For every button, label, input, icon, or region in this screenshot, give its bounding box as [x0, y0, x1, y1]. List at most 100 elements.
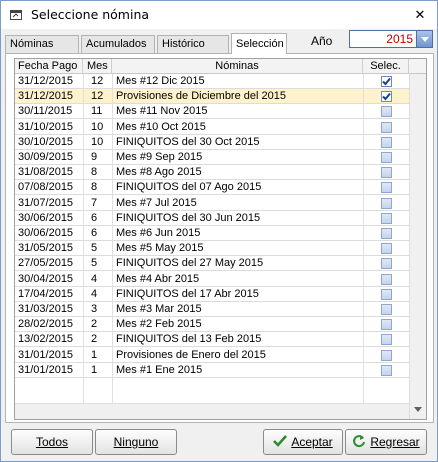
check-icon — [273, 434, 288, 450]
table-row[interactable]: 31/07/2015 7 Mes #7 Jul 2015 — [15, 196, 409, 211]
select-checkbox[interactable] — [381, 273, 392, 285]
table-row[interactable]: 17/04/2015 4 FINIQUITOS del 17 Abr 2015 — [15, 287, 409, 302]
cell-fecha-pago: 30/10/2015 — [18, 135, 74, 148]
cell-nomina: FINIQUITOS del 17 Abr 2015 — [116, 287, 259, 300]
select-checkbox[interactable] — [381, 319, 392, 331]
scroll-down-arrow-icon[interactable] — [414, 403, 422, 415]
cell-nomina: Mes #12 Dic 2015 — [116, 75, 205, 87]
select-checkbox[interactable] — [381, 152, 392, 163]
cell-fecha-pago: 27/05/2015 — [18, 257, 74, 270]
ninguno-button[interactable]: Ninguno — [95, 429, 177, 455]
table-row[interactable]: 30/10/2015 10 FINIQUITOS del 30 Oct 2015 — [15, 135, 409, 150]
cell-nomina: Mes #4 Abr 2015 — [116, 272, 200, 285]
cell-fecha-pago: 31/10/2015 — [18, 120, 74, 133]
table-row[interactable]: 31/05/2015 5 Mes #5 May 2015 — [15, 241, 409, 257]
table-row[interactable]: 31/08/2015 8 Mes #8 Ago 2015 — [15, 165, 409, 181]
select-checkbox[interactable] — [381, 212, 392, 224]
table-row[interactable]: 30/06/2015 6 Mes #6 Jun 2015 — [15, 226, 409, 241]
table-row[interactable]: 07/08/2015 8 FINIQUITOS del 07 Ago 2015 — [15, 180, 409, 196]
cell-nomina: Provisiones de Diciembre del 2015 — [116, 90, 286, 103]
aceptar-button-label: Aceptar — [291, 435, 333, 449]
cell-mes: 1 — [91, 363, 98, 376]
table-row[interactable]: 30/06/2015 6 FINIQUITOS del 30 Jun 2015 — [15, 211, 409, 226]
select-checkbox[interactable] — [381, 76, 392, 87]
select-checkbox[interactable] — [381, 288, 392, 300]
cell-fecha-pago: 30/06/2015 — [18, 227, 74, 239]
cell-mes: 7 — [91, 196, 98, 209]
cell-fecha-pago: 07/08/2015 — [18, 181, 74, 194]
cell-mes: 10 — [91, 135, 104, 148]
table-row[interactable]: 31/01/2015 1 Provisiones de Enero del 2015 — [15, 348, 409, 363]
select-checkbox[interactable] — [381, 304, 392, 315]
selection-panel: Fecha Pago Mes Nóminas Selec. 31/12/2015… — [5, 53, 434, 423]
table-row[interactable]: 31/10/2015 10 Mes #10 Oct 2015 — [15, 120, 409, 135]
select-checkbox[interactable] — [381, 182, 392, 194]
table-row[interactable]: 30/04/2015 4 Mes #4 Abr 2015 — [15, 272, 409, 287]
cell-mes: 4 — [91, 272, 98, 285]
cell-nomina: Mes #3 Mar 2015 — [116, 303, 202, 315]
tab-historico[interactable]: Histórico — [157, 35, 229, 53]
horizontal-scrollbar[interactable] — [15, 403, 409, 419]
table-row[interactable]: 13/02/2015 2 FINIQUITOS del 13 Feb 2015 — [15, 332, 409, 348]
cell-mes: 6 — [91, 227, 98, 239]
column-header-selec[interactable]: Selec. — [363, 59, 409, 74]
cell-mes: 3 — [91, 303, 98, 315]
cell-nomina: Mes #5 May 2015 — [116, 242, 204, 255]
select-checkbox[interactable] — [381, 197, 392, 209]
select-checkbox[interactable] — [381, 106, 392, 118]
column-header-fecha[interactable]: Fecha Pago — [15, 59, 83, 74]
tab-nominas[interactable]: Nóminas — [5, 35, 79, 53]
todos-button-label: Todos — [35, 435, 69, 449]
tab-seleccion[interactable]: Selección — [231, 33, 287, 54]
select-checkbox[interactable] — [381, 121, 392, 133]
nominas-grid: Fecha Pago Mes Nóminas Selec. 31/12/2015… — [14, 58, 427, 420]
todos-button[interactable]: Todos — [11, 429, 93, 455]
select-checkbox[interactable] — [381, 228, 392, 239]
cell-nomina: Mes #10 Oct 2015 — [116, 120, 206, 133]
column-header-nominas[interactable]: Nóminas — [112, 59, 363, 74]
cell-mes: 11 — [91, 105, 103, 118]
cell-fecha-pago: 30/04/2015 — [18, 272, 74, 285]
column-header-mes[interactable]: Mes — [83, 59, 112, 74]
cell-mes: 8 — [91, 166, 98, 179]
select-checkbox[interactable] — [381, 349, 392, 361]
cell-mes: 5 — [91, 257, 98, 270]
table-row[interactable]: 28/02/2015 2 Mes #2 Feb 2015 — [15, 317, 409, 333]
cell-fecha-pago: 31/08/2015 — [18, 166, 74, 179]
year-label: Año — [311, 34, 333, 48]
cell-mes: 5 — [91, 242, 98, 255]
table-row[interactable]: 31/12/2015 12 Provisiones de Diciembre del… — [15, 89, 409, 105]
cell-mes: 2 — [91, 333, 98, 346]
refresh-back-icon — [352, 434, 366, 451]
regresar-button[interactable]: Regresar — [345, 429, 427, 455]
cell-nomina: FINIQUITOS del 07 Ago 2015 — [116, 181, 262, 194]
chevron-down-icon[interactable] — [416, 31, 432, 47]
select-checkbox[interactable] — [381, 243, 392, 255]
dialog-window: Seleccione nómina ✕ Nóminas Acumulados H… — [0, 0, 438, 462]
select-checkbox[interactable] — [381, 91, 392, 103]
tab-acumulados[interactable]: Acumulados — [81, 35, 155, 53]
select-checkbox[interactable] — [381, 167, 392, 179]
table-row[interactable]: 27/05/2015 5 FINIQUITOS del 27 May 2015 — [15, 256, 409, 272]
table-row[interactable]: 30/09/2015 9 Mes #9 Sep 2015 — [15, 150, 409, 165]
table-row[interactable]: 31/01/2015 1 Mes #1 Ene 2015 — [15, 363, 409, 378]
cell-mes: 12 — [91, 75, 104, 87]
select-checkbox[interactable] — [381, 136, 392, 148]
cell-nomina: Mes #6 Jun 2015 — [116, 227, 201, 239]
table-row[interactable]: 31/12/2015 12 Mes #12 Dic 2015 — [15, 74, 409, 89]
select-checkbox[interactable] — [381, 364, 392, 376]
select-checkbox[interactable] — [381, 334, 392, 346]
vertical-scrollbar[interactable] — [409, 74, 426, 419]
table-row[interactable]: 30/11/2015 11 Mes #11 Nov 2015 — [15, 104, 409, 120]
cell-nomina: Mes #8 Ago 2015 — [116, 166, 202, 179]
table-row[interactable]: 31/03/2015 3 Mes #3 Mar 2015 — [15, 302, 409, 317]
cell-mes: 10 — [91, 120, 104, 133]
cell-fecha-pago: 28/02/2015 — [18, 318, 74, 331]
cell-nomina: Mes #2 Feb 2015 — [116, 318, 202, 331]
aceptar-button[interactable]: Aceptar — [263, 429, 343, 455]
cell-fecha-pago: 31/12/2015 — [18, 90, 74, 103]
select-checkbox[interactable] — [381, 258, 392, 270]
year-select[interactable]: 2015 — [349, 30, 433, 48]
column-divider — [363, 74, 364, 419]
close-button[interactable]: ✕ — [403, 1, 437, 29]
